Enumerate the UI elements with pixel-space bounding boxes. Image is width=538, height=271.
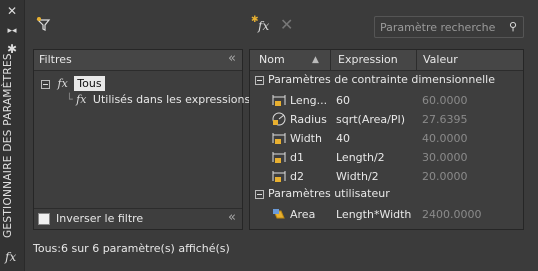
param-value: 40.0000	[422, 132, 468, 145]
delete-parameter-button[interactable]: ✕	[280, 15, 293, 34]
collapse-icon[interactable]: «	[228, 210, 236, 225]
search-placeholder: Paramètre recherche	[380, 21, 496, 34]
invert-filter-label[interactable]: Inverser le filtre	[56, 212, 143, 225]
param-expression[interactable]: Length/2	[336, 151, 385, 164]
palette-title-strip: ✕ ▸◂ ✱ GESTIONNAIRE DES PARAMÈTRES fx	[0, 0, 25, 271]
linear-dimension-lock-icon	[272, 171, 286, 182]
param-name: Radius	[290, 113, 327, 126]
param-value: 60.0000	[422, 94, 468, 107]
invert-filter-checkbox[interactable]	[38, 213, 50, 225]
filters-title: Filtres	[39, 53, 72, 66]
param-expression[interactable]: sqrt(Area/PI)	[336, 113, 405, 126]
param-expression[interactable]: 40	[336, 132, 350, 145]
filter-label: Utilisés dans les expressions	[92, 93, 251, 106]
param-value: 20.0000	[422, 170, 468, 183]
table-row[interactable]: Width 40 40.0000	[250, 129, 523, 148]
param-name: Width	[290, 132, 322, 145]
column-expression[interactable]: Expression	[338, 53, 398, 66]
table-row[interactable]: Area Length*Width 2400.0000	[250, 205, 523, 224]
param-value: 2400.0000	[422, 208, 482, 221]
filter-label: Tous	[74, 76, 105, 91]
filters-header: Filtres «	[34, 50, 242, 71]
search-input[interactable]: Paramètre recherche ⚲	[374, 16, 524, 38]
linear-dimension-lock-icon	[272, 95, 286, 106]
fx-icon: fx	[258, 19, 270, 33]
column-value[interactable]: Valeur	[423, 53, 458, 66]
tree-connector: └	[66, 93, 73, 106]
table-row[interactable]: Radius sqrt(Area/PI) 27.6395	[250, 110, 523, 129]
sort-ascending-icon: ▲	[312, 55, 319, 65]
filter-star-icon	[36, 17, 51, 31]
collapse-group-icon[interactable]	[255, 189, 264, 199]
invert-filter-bar: Inverser le filtre «	[34, 208, 242, 229]
parameters-grid: Nom ▲ Expression Valeur Paramètres de co…	[249, 49, 524, 230]
param-name: Area	[290, 208, 316, 221]
linear-dimension-lock-icon	[272, 152, 286, 163]
table-row[interactable]: Leng... 60 60.0000	[250, 91, 523, 110]
linear-dimension-lock-icon	[272, 133, 286, 144]
group-header-user[interactable]: Paramètres utilisateur	[255, 187, 390, 200]
collapse-node-icon[interactable]	[41, 79, 50, 89]
user-parameter-icon	[273, 209, 285, 219]
table-row[interactable]: d1 Length/2 30.0000	[250, 148, 523, 167]
column-divider[interactable]	[330, 50, 331, 70]
param-name: d1	[290, 151, 304, 164]
collapse-filters-icon[interactable]: «	[228, 51, 236, 66]
param-expression[interactable]: Width/2	[336, 170, 379, 183]
column-name[interactable]: Nom	[259, 53, 285, 66]
fx-icon: fx	[5, 250, 17, 264]
group-header-dimensional[interactable]: Paramètres de contrainte dimensionnelle	[255, 73, 495, 86]
param-value: 27.6395	[422, 113, 468, 126]
search-icon: ⚲	[508, 20, 517, 33]
palette-title: GESTIONNAIRE DES PARAMÈTRES	[2, 53, 14, 238]
param-name: Leng...	[290, 94, 328, 107]
close-palette-button[interactable]: ✕	[4, 4, 20, 18]
filters-panel: Filtres « fx Tous └ fx Utilisés dans les…	[33, 49, 250, 230]
grid-header: Nom ▲ Expression Valeur	[250, 50, 523, 71]
collapse-group-icon[interactable]	[255, 75, 264, 85]
filter-fx-icon: fx	[76, 93, 87, 106]
status-bar-text: Tous:6 sur 6 paramètre(s) affiché(s)	[33, 242, 230, 255]
filter-tree-item-used[interactable]: └ fx Utilisés dans les expressions	[66, 93, 250, 106]
param-name: d2	[290, 170, 304, 183]
fx-icon: fx	[57, 77, 68, 90]
radius-dimension-icon	[272, 112, 286, 126]
param-expression[interactable]: Length*Width	[336, 208, 411, 221]
group-label: Paramètres de contrainte dimensionnelle	[268, 73, 495, 86]
new-filter-group-button[interactable]	[36, 16, 52, 36]
column-divider[interactable]	[416, 50, 417, 70]
param-expression[interactable]: 60	[336, 94, 350, 107]
table-row[interactable]: d2 Width/2 20.0000	[250, 167, 523, 186]
filter-tree-item-all[interactable]: fx Tous	[41, 76, 105, 91]
param-value: 30.0000	[422, 151, 468, 164]
group-label: Paramètres utilisateur	[268, 187, 390, 200]
